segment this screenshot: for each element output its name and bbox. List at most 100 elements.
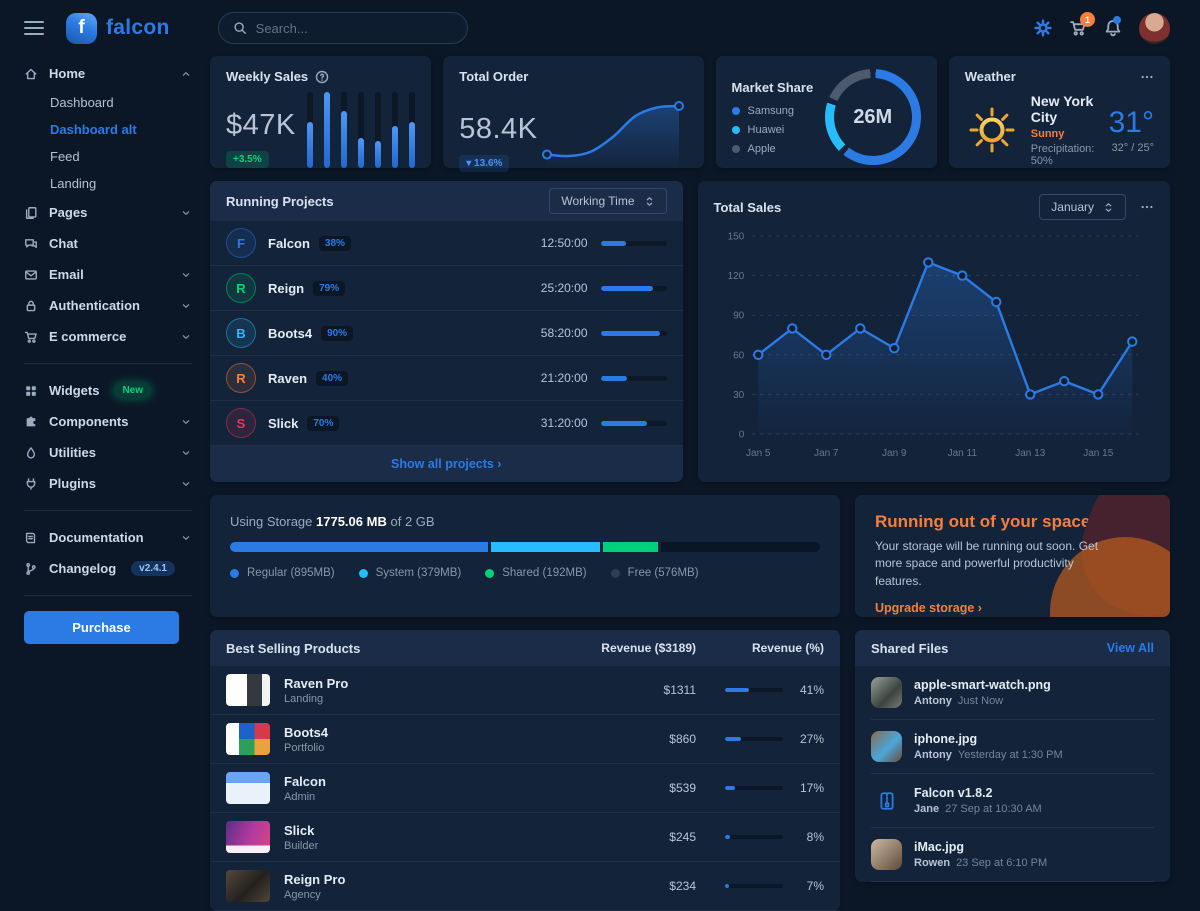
shared-file-row[interactable]: iMac.jpg Rowen23 Sep at 6:10 PM [855, 828, 1170, 881]
file-time: 23 Sep at 6:10 PM [956, 857, 1047, 869]
svg-text:Jan 5: Jan 5 [746, 448, 771, 459]
user-avatar[interactable] [1139, 13, 1170, 44]
project-name[interactable]: Raven [268, 371, 307, 386]
product-category[interactable]: Agency [284, 889, 546, 901]
working-time-select[interactable]: Working Time [549, 188, 666, 214]
product-category[interactable]: Builder [284, 840, 546, 852]
product-pct: 41% [792, 683, 824, 697]
notifications-button[interactable] [1104, 19, 1122, 37]
weekly-sales-value: $47K [226, 109, 296, 142]
gear-icon [1034, 19, 1052, 37]
product-name[interactable]: Boots4 [284, 725, 546, 740]
market-share-title: Market Share [732, 80, 814, 95]
sidebar-item-changelog[interactable]: Changelogv2.4.1 [24, 553, 192, 584]
changelog-icon [24, 562, 38, 576]
project-name[interactable]: Falcon [268, 236, 310, 251]
svg-text:60: 60 [733, 350, 745, 361]
search-input-wrapper[interactable] [218, 12, 468, 44]
caret-sort-icon [644, 196, 655, 207]
sidebar-item-pages[interactable]: Pages [24, 197, 192, 228]
sidebar-item-label: Changelog [49, 561, 116, 576]
pages-icon [24, 206, 38, 220]
legend-item: Apple [732, 143, 814, 155]
product-category[interactable]: Landing [284, 693, 546, 705]
sidebar-item-landing[interactable]: Landing [24, 170, 192, 197]
shared-file-row[interactable]: iphone.jpg AntonyYesterday at 1:30 PM [855, 720, 1170, 773]
project-name[interactable]: Boots4 [268, 326, 312, 341]
lock-icon [24, 299, 38, 313]
product-name[interactable]: Falcon [284, 774, 546, 789]
show-all-projects-link[interactable]: Show all projects › [391, 457, 501, 471]
project-row: B Boots4 90% 58:20:00 [210, 311, 683, 356]
svg-text:Jan 9: Jan 9 [882, 448, 907, 459]
sidebar-item-home[interactable]: Home [24, 58, 192, 89]
product-name[interactable]: Reign Pro [284, 872, 546, 887]
shared-file-row[interactable]: Falcon v1.8.2 Jane27 Sep at 10:30 AM [855, 774, 1170, 827]
sidebar-item-feed[interactable]: Feed [24, 143, 192, 170]
sidebar-item-utilities[interactable]: Utilities [24, 437, 192, 468]
chevron-down-icon [180, 416, 192, 428]
cart-button[interactable]: 1 [1069, 19, 1087, 37]
search-input[interactable] [256, 21, 453, 36]
project-progress-bar [601, 286, 667, 291]
ellipsis-menu-icon[interactable] [1140, 70, 1154, 84]
weekly-sales-bar-chart [307, 92, 415, 168]
market-share-donut-chart: 26M [825, 69, 921, 165]
file-thumbnail [871, 677, 902, 708]
sidebar-item-dashboard[interactable]: Dashboard [24, 89, 192, 116]
project-name[interactable]: Reign [268, 281, 304, 296]
revenue-column-header: Revenue ($3189) [546, 641, 696, 655]
caret-sort-icon [1103, 202, 1114, 213]
market-share-total: 26M [853, 106, 892, 129]
sidebar-item-label: E commerce [49, 329, 126, 344]
product-thumbnail [226, 772, 270, 804]
product-category[interactable]: Admin [284, 791, 546, 803]
settings-button[interactable] [1034, 19, 1052, 37]
storage-segment [491, 542, 600, 552]
project-name[interactable]: Slick [268, 416, 298, 431]
brand-logo[interactable]: f falcon [66, 13, 170, 44]
sidebar-item-documentation[interactable]: Documentation [24, 522, 192, 553]
shared-file-row[interactable]: apple-smart-watch.png AntonyJust Now [855, 666, 1170, 719]
sidebar-item-plugins[interactable]: Plugins [24, 468, 192, 499]
sidebar-item-chat[interactable]: Chat [24, 228, 192, 259]
project-time: 31:20:00 [541, 416, 588, 430]
divider [871, 881, 1154, 882]
view-all-link[interactable]: View All [1107, 641, 1154, 655]
file-name[interactable]: Falcon v1.8.2 [914, 786, 1042, 800]
chevron-down-icon [180, 300, 192, 312]
product-thumbnail [226, 674, 270, 706]
sidebar-item-email[interactable]: Email [24, 259, 192, 290]
svg-text:30: 30 [733, 390, 745, 401]
svg-text:0: 0 [738, 430, 744, 441]
bar [324, 92, 330, 168]
product-row: Raven Pro Landing $1311 41% [210, 666, 840, 715]
file-time: 27 Sep at 10:30 AM [945, 803, 1042, 815]
sidebar-item-label: Email [49, 267, 84, 282]
project-progress-bar [601, 421, 667, 426]
upgrade-storage-link[interactable]: Upgrade storage › [875, 601, 982, 615]
bar [409, 92, 415, 168]
product-thumbnail [226, 723, 270, 755]
sidebar-item-e-commerce[interactable]: E commerce [24, 321, 192, 352]
storage-legend-item: Regular (895MB) [230, 567, 335, 579]
product-category[interactable]: Portfolio [284, 742, 546, 754]
storage-segment [603, 542, 658, 552]
product-name[interactable]: Raven Pro [284, 676, 546, 691]
product-name[interactable]: Slick [284, 823, 546, 838]
sidebar-item-dashboard-alt[interactable]: Dashboard alt [24, 116, 192, 143]
sidebar-item-authentication[interactable]: Authentication [24, 290, 192, 321]
file-name[interactable]: apple-smart-watch.png [914, 678, 1051, 692]
file-name[interactable]: iMac.jpg [914, 840, 1047, 854]
menu-toggle-button[interactable] [24, 21, 44, 35]
storage-title: Using Storage 1775.06 MB of 2 GB [230, 514, 820, 529]
month-select[interactable]: January [1039, 194, 1126, 220]
total-sales-line-chart: 1501209060300Jan 5Jan 7Jan 9Jan 11Jan 13… [714, 220, 1155, 468]
sidebar-item-components[interactable]: Components [24, 406, 192, 437]
file-name[interactable]: iphone.jpg [914, 732, 1063, 746]
sidebar-item-widgets[interactable]: WidgetsNew [24, 375, 192, 406]
purchase-button[interactable]: Purchase [24, 611, 179, 644]
ellipsis-menu-icon[interactable] [1140, 200, 1154, 214]
info-circle-icon[interactable] [315, 70, 329, 84]
weather-condition: Sunny [1031, 128, 1097, 140]
